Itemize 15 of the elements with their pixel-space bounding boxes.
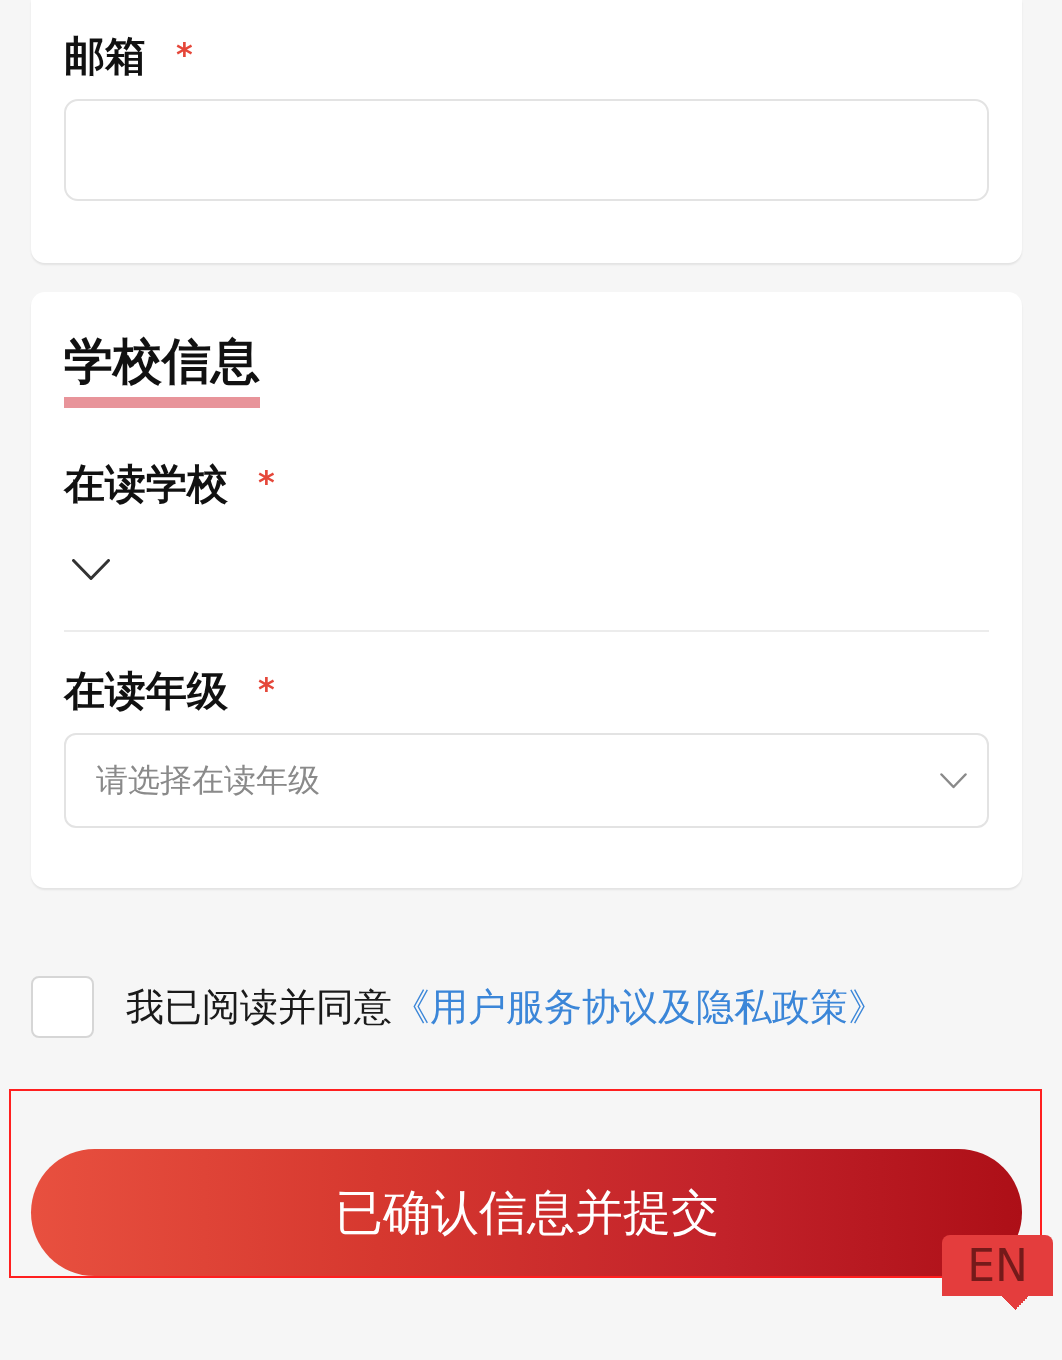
chevron-down-icon xyxy=(940,772,967,789)
select-field[interactable]: 请选择在读年级 xyxy=(64,733,989,828)
agreement-text: 我已阅读并同意 xyxy=(126,984,392,1031)
language-button[interactable]: EN xyxy=(942,1235,1053,1310)
section-title: 学校信息 xyxy=(64,332,260,408)
field-label: 在读年级 xyxy=(64,666,228,717)
agreement-checkbox[interactable] xyxy=(31,976,94,1038)
required-mark: * xyxy=(258,673,275,705)
field-label: 在读学校 xyxy=(64,459,228,510)
agreement-link[interactable]: 《用户服务协议及隐私政策》 xyxy=(392,983,886,1031)
required-mark: * xyxy=(176,38,193,70)
field-label: 邮箱 xyxy=(64,31,146,82)
required-mark: * xyxy=(258,466,275,498)
input-field[interactable] xyxy=(64,99,989,201)
chevron-down-icon xyxy=(72,559,110,581)
